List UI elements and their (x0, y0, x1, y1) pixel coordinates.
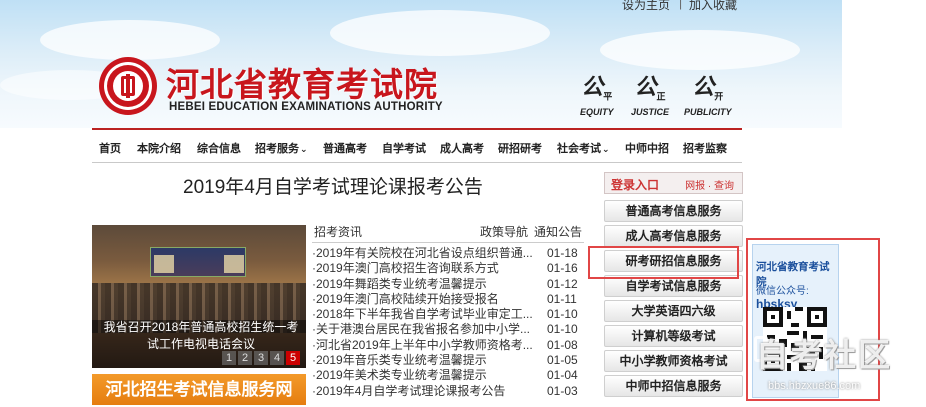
nav-item-supervision[interactable]: 招考监察 (683, 140, 727, 156)
motto-en: PUBLICITY (684, 107, 732, 118)
authority-seal-logo[interactable] (98, 56, 158, 116)
tab-policy[interactable]: 政策导航 (480, 223, 528, 240)
slide-page-button[interactable]: 1 (222, 351, 236, 365)
list-item[interactable]: ·2019年美术类专业统考温馨提示 01-04 (312, 368, 584, 383)
tab-notices[interactable]: 通知公告 (534, 223, 582, 240)
news-list: ·2019年有关院校在河北省设点组织普通... 01-18 ·2019年澳门高校招… (312, 246, 584, 399)
motto-suffix: 平 (603, 91, 613, 102)
news-tabs: 招考资讯 政策导航 通知公告 (312, 223, 584, 243)
service-button-gaokao[interactable]: 普通高考信息服务 (604, 200, 743, 222)
motto-glyph: 公 (581, 74, 604, 99)
login-entry[interactable]: 登录入口 网报 · 查询 (604, 172, 743, 194)
motto-glyph: 公 (692, 74, 715, 99)
slide-page-button[interactable]: 2 (238, 351, 252, 365)
top-links: 设为主页 | 加入收藏 (0, 0, 842, 12)
service-button-adult[interactable]: 成人高考信息服务 (604, 225, 743, 247)
service-button-computer[interactable]: 计算机等级考试 (604, 325, 743, 347)
chevron-down-icon: ⌄ (602, 144, 610, 154)
list-item[interactable]: ·2019年澳门高校陆续开始接受报名 01-11 (312, 292, 584, 307)
slideshow-pager: 1 2 3 4 5 (220, 351, 300, 365)
nav-item-about[interactable]: 本院介绍 (137, 140, 181, 156)
motto-suffix: 开 (714, 91, 724, 102)
logo-title-en: HEBEI EDUCATION EXAMINATIONS AUTHORITY (169, 101, 443, 113)
nav-top-rule (92, 128, 742, 130)
nav-item-general-info[interactable]: 综合信息 (197, 140, 241, 156)
nav-item-admission-services[interactable]: 招考服务⌄ (255, 140, 308, 156)
main-nav: 首页 本院介绍 综合信息 招考服务⌄ 普通高考 自学考试 成人高考 研招研考 社… (92, 131, 742, 163)
login-links[interactable]: 网报 · 查询 (685, 177, 734, 192)
list-item[interactable]: ·关于港澳台居民在我省报名参加中小学... 01-10 (312, 322, 584, 337)
motto-en: EQUITY (580, 107, 614, 118)
stage-screen (224, 255, 244, 273)
motto-justice: 公正 JUSTICE (631, 74, 670, 118)
nav-item-self-study[interactable]: 自学考试 (382, 140, 426, 156)
slide-page-button-active[interactable]: 5 (286, 351, 300, 365)
slideshow-caption[interactable]: 我省召开2018年普通高校招生统一考试工作电视电话会议 (98, 319, 304, 353)
tab-admission-news[interactable]: 招考资讯 (314, 223, 362, 240)
login-title: 登录入口 (611, 178, 660, 192)
list-item[interactable]: ·2019年澳门高校招生咨询联系方式 01-16 (312, 261, 584, 276)
motto-suffix: 正 (656, 91, 666, 102)
info-service-banner[interactable]: 河北招生考试信息服务网 (92, 374, 306, 405)
add-favorite-link[interactable]: 加入收藏 (689, 0, 737, 13)
slide-page-button[interactable]: 4 (270, 351, 284, 365)
set-homepage-link[interactable]: 设为主页 (622, 0, 670, 13)
article-title: 2019年4月自学考试理论课报考公告 (183, 177, 483, 198)
list-item[interactable]: ·2019年音乐类专业统考温馨提示 01-05 (312, 353, 584, 368)
motto-glyph: 公 (634, 74, 657, 99)
services-panel: 登录入口 网报 · 查询 普通高考信息服务 成人高考信息服务 研考研招信息服务 … (604, 172, 743, 397)
stage-screen (154, 255, 174, 273)
watermark-text: 自考社区 (756, 337, 893, 373)
nav-item-gaokao[interactable]: 普通高考 (323, 140, 367, 156)
nav-item-normal-school[interactable]: 中师中招 (625, 140, 669, 156)
list-item[interactable]: ·2019年4月自学考试理论课报考公告 01-03 (312, 384, 584, 399)
list-item[interactable]: ·2019年舞蹈类专业统考温馨提示 01-12 (312, 277, 584, 292)
nav-item-postgrad[interactable]: 研招研考 (498, 140, 542, 156)
news-slideshow[interactable]: 我省召开2018年普通高校招生统一考试工作电视电话会议 1 2 3 4 5 (92, 225, 306, 368)
list-item[interactable]: ·2019年有关院校在河北省设点组织普通... 01-18 (312, 246, 584, 261)
logo-title-cn: 河北省教育考试院 (166, 65, 438, 104)
chevron-down-icon: ⌄ (300, 144, 308, 154)
slide-page-button[interactable]: 3 (254, 351, 268, 365)
watermark-url: bbs.hbzxue86.com (768, 380, 861, 392)
top-separator: | (679, 0, 683, 10)
nav-item-social-exam[interactable]: 社会考试⌄ (557, 140, 610, 156)
list-item[interactable]: ·2018年下半年我省自学考试毕业审定工... 01-10 (312, 307, 584, 322)
motto-equity: 公平 EQUITY (580, 74, 614, 118)
motto-en: JUSTICE (631, 107, 670, 118)
service-button-normal-school[interactable]: 中师中招信息服务 (604, 375, 743, 397)
highlight-box-postgrad (588, 246, 739, 279)
list-item[interactable]: ·河北省2019年上半年中小学教师资格考... 01-08 (312, 338, 584, 353)
nav-item-home[interactable]: 首页 (99, 140, 121, 156)
service-button-teacher-cert[interactable]: 中小学教师资格考试 (604, 350, 743, 372)
motto-publicity: 公开 PUBLICITY (684, 74, 732, 118)
nav-item-adult-exam[interactable]: 成人高考 (440, 140, 484, 156)
service-button-cet[interactable]: 大学英语四六级 (604, 300, 743, 322)
